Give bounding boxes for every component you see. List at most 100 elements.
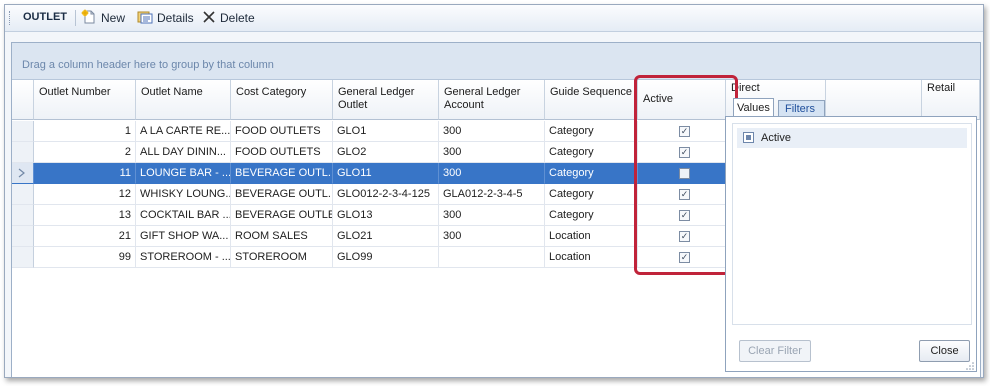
cell-cost-category[interactable]: FOOD OUTLETS	[231, 142, 333, 163]
current-row-icon	[18, 168, 26, 181]
cell-gl-outlet[interactable]: GLO21	[333, 226, 439, 247]
tab-filters-label: Filters	[785, 103, 815, 115]
cell-cost-category[interactable]: FOOD OUTLETS	[231, 121, 333, 142]
column-header-guide-sequence[interactable]: Guide Sequence	[545, 80, 638, 120]
row-indicator	[12, 184, 34, 205]
cell-cost-category[interactable]: BEVERAGE OUTL...	[231, 163, 333, 184]
cell-gl-outlet-text: GLO1	[337, 125, 367, 137]
cell-guide-sequence[interactable]: Category	[545, 142, 638, 163]
table-row[interactable]: 11 LOUNGE BAR - ... BEVERAGE OUTL... GLO11 3…	[12, 163, 726, 184]
column-header-blank[interactable]	[826, 80, 922, 120]
cell-gl-account[interactable]: 300	[439, 121, 545, 142]
cell-gl-outlet[interactable]: GLO11	[333, 163, 439, 184]
cell-outlet-name[interactable]: LOUNGE BAR - ...	[136, 163, 231, 184]
cell-guide-sequence[interactable]: Location	[545, 247, 638, 268]
cell-outlet-number-text: 12	[118, 188, 131, 200]
row-indicator	[12, 142, 34, 163]
cell-guide-sequence[interactable]: Category	[545, 205, 638, 226]
new-icon	[81, 9, 97, 28]
cell-outlet-number[interactable]: 99	[34, 247, 136, 268]
cell-outlet-name[interactable]: A LA CARTE RE...	[136, 121, 231, 142]
cell-gl-outlet[interactable]: GLO99	[333, 247, 439, 268]
cell-outlet-name[interactable]: STOREROOM - ...	[136, 247, 231, 268]
cell-outlet-name[interactable]: ALL DAY DININ...	[136, 142, 231, 163]
cell-outlet-name[interactable]: WHISKY LOUNG...	[136, 184, 231, 205]
toolbar-title: OUTLET	[23, 11, 67, 23]
table-row[interactable]: 12 WHISKY LOUNG... BEVERAGE OUTL... GLO012-…	[12, 184, 726, 205]
cell-guide-sequence[interactable]: Location	[545, 226, 638, 247]
cell-gl-account-text: 300	[443, 167, 462, 179]
cell-guide-sequence[interactable]: Category	[545, 121, 638, 142]
cell-outlet-name[interactable]: COCKTAIL BAR ...	[136, 205, 231, 226]
checkbox-indeterminate-mark	[746, 135, 751, 140]
column-header-outlet-number[interactable]: Outlet Number	[34, 80, 136, 120]
cell-outlet-name[interactable]: GIFT SHOP WA...	[136, 226, 231, 247]
cell-gl-account[interactable]: GLA012-2-3-4-5	[439, 184, 545, 205]
column-header-gl-account[interactable]: General Ledger Account	[439, 80, 545, 120]
table-row[interactable]: 21 GIFT SHOP WA... ROOM SALES GLO21 300 Locat…	[12, 226, 726, 247]
column-header-retail[interactable]: Retail	[922, 80, 980, 120]
clear-filter-label: Clear Filter	[748, 345, 802, 357]
cell-gl-account[interactable]: 300	[439, 226, 545, 247]
group-by-hint: Drag a column header here to group by th…	[22, 59, 274, 71]
delete-button[interactable]: Delete	[202, 8, 255, 28]
cell-gl-outlet[interactable]: GLO13	[333, 205, 439, 226]
cell-gl-outlet[interactable]: GLO2	[333, 142, 439, 163]
cell-gl-account[interactable]: 300	[439, 163, 545, 184]
cell-cost-category-text: BEVERAGE OUTLET	[235, 209, 333, 221]
cell-guide-sequence-text: Category	[549, 209, 594, 221]
cell-outlet-number-text: 2	[124, 146, 131, 158]
cell-cost-category[interactable]: STOREROOM	[231, 247, 333, 268]
column-header-gl-outlet[interactable]: General Ledger Outlet	[333, 80, 439, 120]
column-header-cost-category[interactable]: Cost Category	[231, 80, 333, 120]
cell-gl-account[interactable]: 300	[439, 205, 545, 226]
cell-cost-category-text: BEVERAGE OUTL...	[235, 167, 333, 179]
cell-cost-category[interactable]: BEVERAGE OUTLET	[231, 205, 333, 226]
table-row[interactable]: 99 STOREROOM - ... STOREROOM GLO99 Location ✓	[12, 247, 726, 268]
new-button[interactable]: New	[81, 8, 125, 28]
cell-guide-sequence[interactable]: Category	[545, 163, 638, 184]
clear-filter-button[interactable]: Clear Filter	[739, 340, 811, 362]
cell-guide-sequence[interactable]: Category	[545, 184, 638, 205]
resize-grip-icon[interactable]	[966, 361, 974, 370]
tab-filters[interactable]: Filters	[778, 100, 825, 116]
table-row[interactable]: 2 ALL DAY DININ... FOOD OUTLETS GLO2 300 Cate…	[12, 142, 726, 163]
cell-gl-outlet[interactable]: GLO012-2-3-4-125	[333, 184, 439, 205]
toolbar-grip[interactable]	[9, 11, 13, 25]
filter-value-label: Active	[761, 132, 791, 144]
details-button[interactable]: Details	[137, 8, 194, 28]
toolbar-separator	[75, 10, 76, 26]
toolbar: OUTLET New Details Delete	[5, 5, 983, 32]
table-row[interactable]: 1 A LA CARTE RE... FOOD OUTLETS GLO1 300 Cate…	[12, 121, 726, 142]
close-label: Close	[930, 345, 959, 357]
cell-cost-category-text: FOOD OUTLETS	[235, 125, 321, 137]
cell-outlet-number[interactable]: 13	[34, 205, 136, 226]
details-label: Details	[157, 11, 194, 25]
cell-outlet-name-text: COCKTAIL BAR ...	[140, 209, 231, 221]
filter-value-item[interactable]: Active	[737, 128, 967, 148]
cell-cost-category-text: BEVERAGE OUTL...	[235, 188, 333, 200]
group-by-panel[interactable]: Drag a column header here to group by th…	[12, 43, 980, 80]
tab-values[interactable]: Values	[733, 98, 774, 116]
cell-gl-outlet-text: GLO21	[337, 230, 373, 242]
column-header-outlet-name[interactable]: Outlet Name	[136, 80, 231, 120]
cell-outlet-number[interactable]: 12	[34, 184, 136, 205]
cell-outlet-name-text: WHISKY LOUNG...	[140, 188, 231, 200]
filter-value-checkbox[interactable]	[743, 132, 754, 143]
cell-outlet-number-text: 1	[124, 125, 131, 137]
cell-cost-category[interactable]: BEVERAGE OUTL...	[231, 184, 333, 205]
row-indicator	[12, 226, 34, 247]
cell-gl-outlet[interactable]: GLO1	[333, 121, 439, 142]
cell-outlet-number[interactable]: 11	[34, 163, 136, 184]
cell-cost-category[interactable]: ROOM SALES	[231, 226, 333, 247]
table-row[interactable]: 13 COCKTAIL BAR ... BEVERAGE OUTLET GLO13 30…	[12, 205, 726, 226]
cell-outlet-number[interactable]: 1	[34, 121, 136, 142]
cell-outlet-number[interactable]: 21	[34, 226, 136, 247]
cell-gl-account[interactable]	[439, 247, 545, 268]
cell-guide-sequence-text: Category	[549, 146, 594, 158]
close-button[interactable]: Close	[919, 340, 970, 362]
cell-cost-category-text: FOOD OUTLETS	[235, 146, 321, 158]
cell-outlet-number[interactable]: 2	[34, 142, 136, 163]
cell-gl-account[interactable]: 300	[439, 142, 545, 163]
cell-gl-outlet-text: GLO99	[337, 251, 373, 263]
